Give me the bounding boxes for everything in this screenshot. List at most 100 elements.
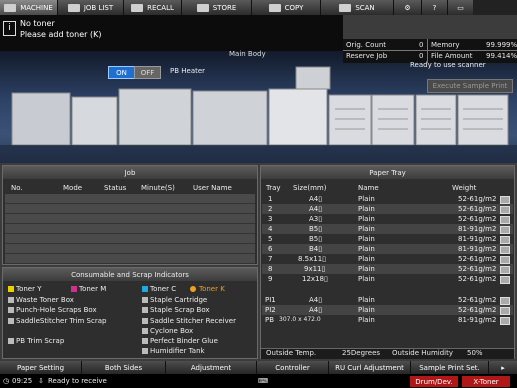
humidifier-tank-indicator: Humidifier Tank: [142, 347, 205, 355]
cyclone-icon: [142, 328, 148, 334]
job-row[interactable]: [5, 214, 255, 224]
settings-button[interactable]: ⚙: [394, 0, 422, 15]
paper-level-icon: [500, 307, 510, 315]
paper-setting-button[interactable]: Paper Setting: [0, 361, 82, 374]
tray-row-9[interactable]: 9 12x18▯ Plain 52-61g/m2: [262, 274, 513, 284]
receiver-icon: [142, 318, 148, 324]
ru-curl-adjustment-button[interactable]: RU Curl Adjustment: [329, 361, 411, 374]
staple-scrap-box-indicator: Staple Scrap Box: [142, 306, 210, 314]
humidifier-icon: [142, 348, 148, 354]
orig-count-value: 0: [419, 41, 424, 49]
staple-scrap-icon: [142, 307, 148, 313]
tab-scan[interactable]: SCAN: [321, 0, 394, 15]
display-button[interactable]: ▭: [448, 0, 473, 15]
file-amount-label: File Amount: [431, 52, 473, 60]
perfect-binder-glue-indicator: Perfect Binder Glue: [142, 337, 218, 345]
drum-dev-alert-button[interactable]: Drum/Dev.: [410, 376, 458, 387]
job-row[interactable]: [5, 194, 255, 204]
reserve-job-value: 0: [419, 52, 424, 60]
paper-level-icon: [500, 246, 510, 254]
main-body-label: Main Body: [229, 50, 266, 58]
outside-humidity-value: 50%: [467, 349, 483, 357]
tray-row-1[interactable]: 1 A4▯ Plain 52-61g/m2: [262, 194, 513, 204]
toner-c-icon: [142, 286, 148, 292]
tray-row-pb[interactable]: PB 307.0 x 472.0 Plain 81-91g/m2: [262, 315, 513, 325]
pb-heater-on-button[interactable]: ON: [108, 66, 135, 79]
paper-level-icon: [500, 196, 510, 204]
orig-count-label: Orig. Count: [346, 41, 387, 49]
message-line-1: No toner: [20, 19, 55, 28]
toner-y-icon: [8, 286, 14, 292]
saddlestitcher-trim-scrap-indicator: SaddleStitcher Trim Scrap: [8, 317, 106, 325]
help-icon: ?: [432, 3, 437, 12]
status-text: Ready to receive: [48, 377, 107, 385]
copy-icon: [268, 3, 281, 12]
monitor-icon: ▭: [457, 3, 464, 12]
outside-temp-label: Outside Temp.: [266, 349, 317, 357]
tray-row-pi1[interactable]: PI1 A4▯ Plain 52-61g/m2: [262, 295, 513, 305]
tab-machine[interactable]: MACHINE: [0, 0, 58, 15]
glue-icon: [142, 338, 148, 344]
tab-recall[interactable]: RECALL: [124, 0, 182, 15]
pb-heater-off-button[interactable]: OFF: [134, 66, 161, 79]
reserve-job-label: Reserve Job: [346, 52, 388, 60]
paper-level-icon: [500, 216, 510, 224]
tray-row-6[interactable]: 6 B4▯ Plain 81-91g/m2: [262, 244, 513, 254]
store-icon: [196, 3, 209, 12]
punch-icon: [8, 307, 14, 313]
warning-icon: [190, 286, 196, 292]
job-row[interactable]: [5, 224, 255, 234]
bottom-button-bar: Paper Setting Both Sides Adjustment Cont…: [0, 361, 517, 374]
toner-c-indicator: Toner C: [142, 285, 176, 293]
paper-level-icon: [500, 317, 510, 325]
tab-copy[interactable]: COPY: [252, 0, 321, 15]
keyboard-icon[interactable]: ⌨: [258, 377, 268, 385]
gear-icon: ⚙: [404, 3, 411, 12]
job-panel-title: Job: [3, 166, 257, 179]
adjustment-button[interactable]: Adjustment: [166, 361, 257, 374]
toner-m-indicator: Toner M: [71, 285, 106, 293]
file-amount-value: 99.414%: [486, 52, 517, 60]
status-time: 09:25: [12, 377, 33, 385]
punch-hole-scraps-indicator: Punch-Hole Scraps Box: [8, 306, 97, 314]
scan-icon: [339, 3, 352, 12]
job-panel: Job No. Mode Status Minute(S) User Name: [2, 165, 258, 265]
help-button[interactable]: ?: [422, 0, 448, 15]
job-col-status: Status: [104, 184, 127, 192]
execute-sample-print-button[interactable]: Execute Sample Print: [427, 79, 513, 93]
paper-level-icon: [500, 236, 510, 244]
memory-label: Memory: [431, 41, 460, 49]
waste-toner-icon: [8, 297, 14, 303]
paper-level-icon: [500, 266, 510, 274]
tray-col-tray: Tray: [266, 184, 281, 192]
tray-row-7[interactable]: 7 8.5x11▯ Plain 52-61g/m2: [262, 254, 513, 264]
tray-row-5[interactable]: 5 B5▯ Plain 81-91g/m2: [262, 234, 513, 244]
job-col-mode: Mode: [63, 184, 83, 192]
both-sides-button[interactable]: Both Sides: [82, 361, 166, 374]
tray-row-2[interactable]: 2 A4▯ Plain 52-61g/m2: [262, 204, 513, 214]
tab-store[interactable]: STORE: [182, 0, 252, 15]
job-row[interactable]: [5, 234, 255, 244]
saddle-stitcher-receiver-indicator: Saddle Stitcher Receiver: [142, 317, 236, 325]
sample-print-set-button[interactable]: Sample Print Set.: [411, 361, 489, 374]
job-row[interactable]: [5, 244, 255, 254]
tray-row-pi2[interactable]: PI2 A4▯ Plain 52-61g/m2: [262, 305, 513, 315]
next-page-button[interactable]: ▸: [489, 361, 517, 374]
tray-col-weight: Weight: [452, 184, 477, 192]
job-list-icon: [67, 3, 80, 12]
tray-row-4[interactable]: 4 B5▯ Plain 81-91g/m2: [262, 224, 513, 234]
controller-button[interactable]: Controller: [257, 361, 329, 374]
tray-col-name: Name: [358, 184, 379, 192]
clock-icon: ◷: [3, 377, 10, 385]
tray-row-3[interactable]: 3 A3▯ Plain 52-61g/m2: [262, 214, 513, 224]
paper-level-icon: [500, 226, 510, 234]
tray-row-8[interactable]: 8 9x11▯ Plain 52-61g/m2: [262, 264, 513, 274]
job-row[interactable]: [5, 254, 255, 264]
trim-scrap-icon: [8, 318, 14, 324]
job-row[interactable]: [5, 204, 255, 214]
outside-humidity-label: Outside Humidity: [392, 349, 453, 357]
x-toner-alert-button[interactable]: X-Toner: [462, 376, 510, 387]
tray-col-size: Size(mm): [293, 184, 327, 192]
waste-toner-box-indicator: Waste Toner Box: [8, 296, 74, 304]
tab-job-list[interactable]: JOB LIST: [58, 0, 124, 15]
